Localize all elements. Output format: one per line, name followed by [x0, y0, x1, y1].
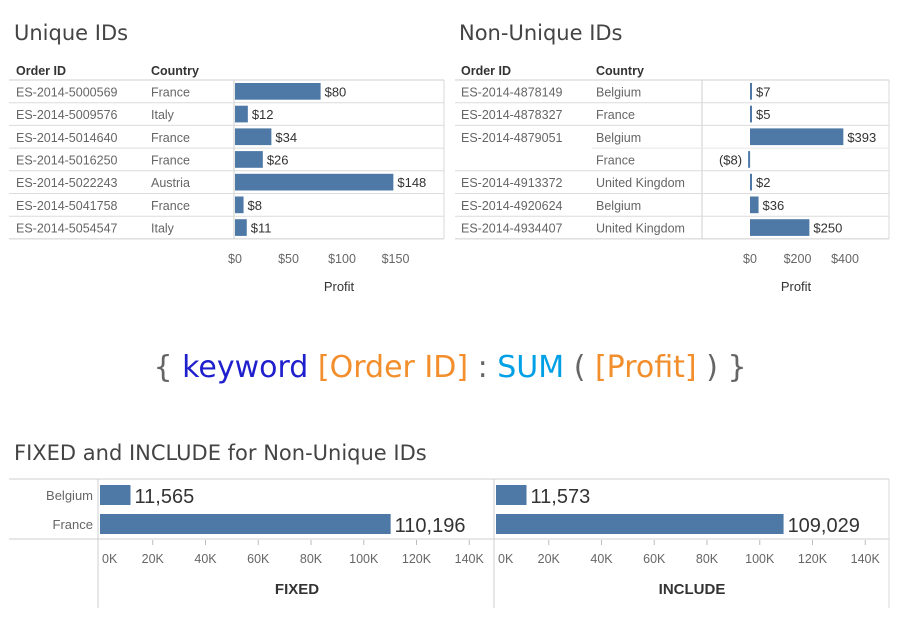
include-bar — [496, 485, 527, 505]
unique-profit-label: $34 — [275, 130, 297, 145]
include-bar-label: 11,573 — [531, 486, 591, 508]
non-unique-profit-bar — [748, 151, 751, 168]
non-unique-profit-bar — [750, 105, 752, 123]
category-label: Belgium — [46, 488, 93, 503]
unique-order-id-cell: ES-2014-5041758 — [16, 199, 118, 213]
unique-country-cell: Austria — [151, 176, 190, 190]
unique-axis-title: Profit — [324, 279, 355, 294]
include-axis-tick-label: 120K — [798, 552, 828, 566]
unique-order-id-cell: ES-2014-5022243 — [16, 176, 118, 190]
non-unique-profit-label: $7 — [756, 84, 770, 99]
unique-header-order-id: Order ID — [16, 64, 66, 78]
unique-order-id-cell: ES-2014-5054547 — [16, 222, 118, 236]
non-unique-header-country: Country — [596, 64, 644, 78]
non-unique-axis-title: Profit — [781, 279, 812, 294]
non-unique-header-order-id: Order ID — [461, 64, 511, 78]
non-unique-order-id-cell: ES-2014-4934407 — [461, 222, 563, 236]
fixed-axis-tick-label: 0K — [102, 552, 118, 566]
unique-order-id-cell: ES-2014-5014640 — [16, 131, 118, 145]
non-unique-profit-bar — [750, 196, 759, 214]
fixed-axis-tick-label: 140K — [455, 552, 485, 566]
non-unique-order-id-cell: ES-2014-4878149 — [461, 85, 563, 99]
fixed-axis-tick-label: 80K — [300, 552, 323, 566]
non-unique-country-cell: Belgium — [596, 85, 641, 99]
unique-axis-tick-label: $150 — [382, 252, 410, 266]
fixed-bar — [100, 485, 131, 505]
unique-country-cell: France — [151, 199, 190, 213]
non-unique-profit-label: $393 — [847, 130, 876, 145]
unique-country-cell: France — [151, 153, 190, 167]
fixed-axis-tick-label: 120K — [402, 552, 432, 566]
fixed-axis-tick-label: 60K — [247, 552, 270, 566]
unique-profit-bar — [235, 105, 248, 123]
unique-axis-tick-label: $100 — [328, 252, 356, 266]
include-axis-title: INCLUDE — [659, 581, 726, 598]
fixed-axis-tick-label: 20K — [142, 552, 165, 566]
include-axis-tick-label: 60K — [643, 552, 666, 566]
non-unique-order-id-cell: ES-2014-4920624 — [461, 199, 563, 213]
unique-axis-tick-label: $50 — [278, 252, 299, 266]
non-unique-country-cell: Belgium — [596, 199, 641, 213]
unique-profit-label: $8 — [248, 198, 262, 213]
include-axis-tick-label: 80K — [696, 552, 719, 566]
non-unique-profit-bar — [750, 128, 844, 146]
include-axis-tick-label: 140K — [851, 552, 881, 566]
unique-profit-label: $148 — [397, 175, 426, 190]
unique-country-cell: Italy — [151, 108, 175, 122]
unique-country-cell: Italy — [151, 222, 175, 236]
non-unique-axis-tick-label: $200 — [784, 252, 812, 266]
non-unique-axis-tick-label: $400 — [831, 252, 859, 266]
include-bar-label: 109,029 — [788, 515, 860, 537]
non-unique-country-cell: United Kingdom — [596, 176, 685, 190]
non-unique-axis-tick-label: $0 — [743, 252, 757, 266]
unique-order-id-cell: ES-2014-5009576 — [16, 108, 118, 122]
category-label: France — [53, 517, 93, 532]
fixed-axis-title: FIXED — [275, 581, 319, 598]
unique-profit-label: $80 — [325, 84, 347, 99]
non-unique-profit-label: $2 — [756, 175, 770, 190]
charts-canvas: Order ID Country ES-2014-5000569 France $80 E… — [9, 64, 890, 608]
unique-profit-label: $12 — [252, 107, 274, 122]
include-axis-tick-label: 20K — [538, 552, 561, 566]
fixed-bar-label: 11,565 — [135, 486, 195, 508]
unique-country-cell: France — [151, 131, 190, 145]
fixed-axis-tick-label: 100K — [349, 552, 379, 566]
unique-profit-bar — [235, 219, 247, 236]
fixed-bar — [100, 514, 391, 534]
non-unique-profit-label: $36 — [763, 198, 785, 213]
non-unique-country-cell: United Kingdom — [596, 222, 685, 236]
unique-order-id-cell: ES-2014-5016250 — [16, 153, 118, 167]
unique-profit-label: $26 — [267, 152, 289, 167]
non-unique-country-cell: Belgium — [596, 131, 641, 145]
unique-country-cell: France — [151, 85, 190, 99]
fixed-axis-tick-label: 40K — [194, 552, 217, 566]
non-unique-profit-bar — [750, 219, 810, 236]
unique-profit-label: $11 — [251, 221, 272, 236]
non-unique-country-cell: France — [596, 108, 635, 122]
unique-header-country: Country — [151, 64, 199, 78]
non-unique-order-id-cell: ES-2014-4913372 — [461, 176, 563, 190]
unique-profit-bar — [235, 151, 263, 168]
unique-order-id-cell: ES-2014-5000569 — [16, 85, 118, 99]
non-unique-profit-bar — [750, 83, 752, 100]
unique-profit-bar — [235, 128, 272, 146]
non-unique-order-id-cell: ES-2014-4878327 — [461, 108, 563, 122]
non-unique-profit-bar — [750, 173, 752, 191]
unique-profit-bar — [235, 83, 321, 100]
include-axis-tick-label: 100K — [745, 552, 775, 566]
include-axis-tick-label: 40K — [590, 552, 613, 566]
fixed-bar-label: 110,196 — [395, 515, 466, 537]
unique-profit-bar — [235, 196, 244, 214]
non-unique-profit-label: $250 — [813, 221, 842, 236]
non-unique-country-cell: France — [596, 153, 635, 167]
non-unique-order-id-cell: ES-2014-4879051 — [461, 131, 563, 145]
unique-axis-tick-label: $0 — [228, 252, 242, 266]
include-axis-tick-label: 0K — [498, 552, 514, 566]
unique-profit-bar — [235, 173, 394, 191]
include-bar — [496, 514, 784, 534]
non-unique-profit-label: ($8) — [719, 152, 742, 167]
non-unique-profit-label: $5 — [756, 107, 770, 122]
